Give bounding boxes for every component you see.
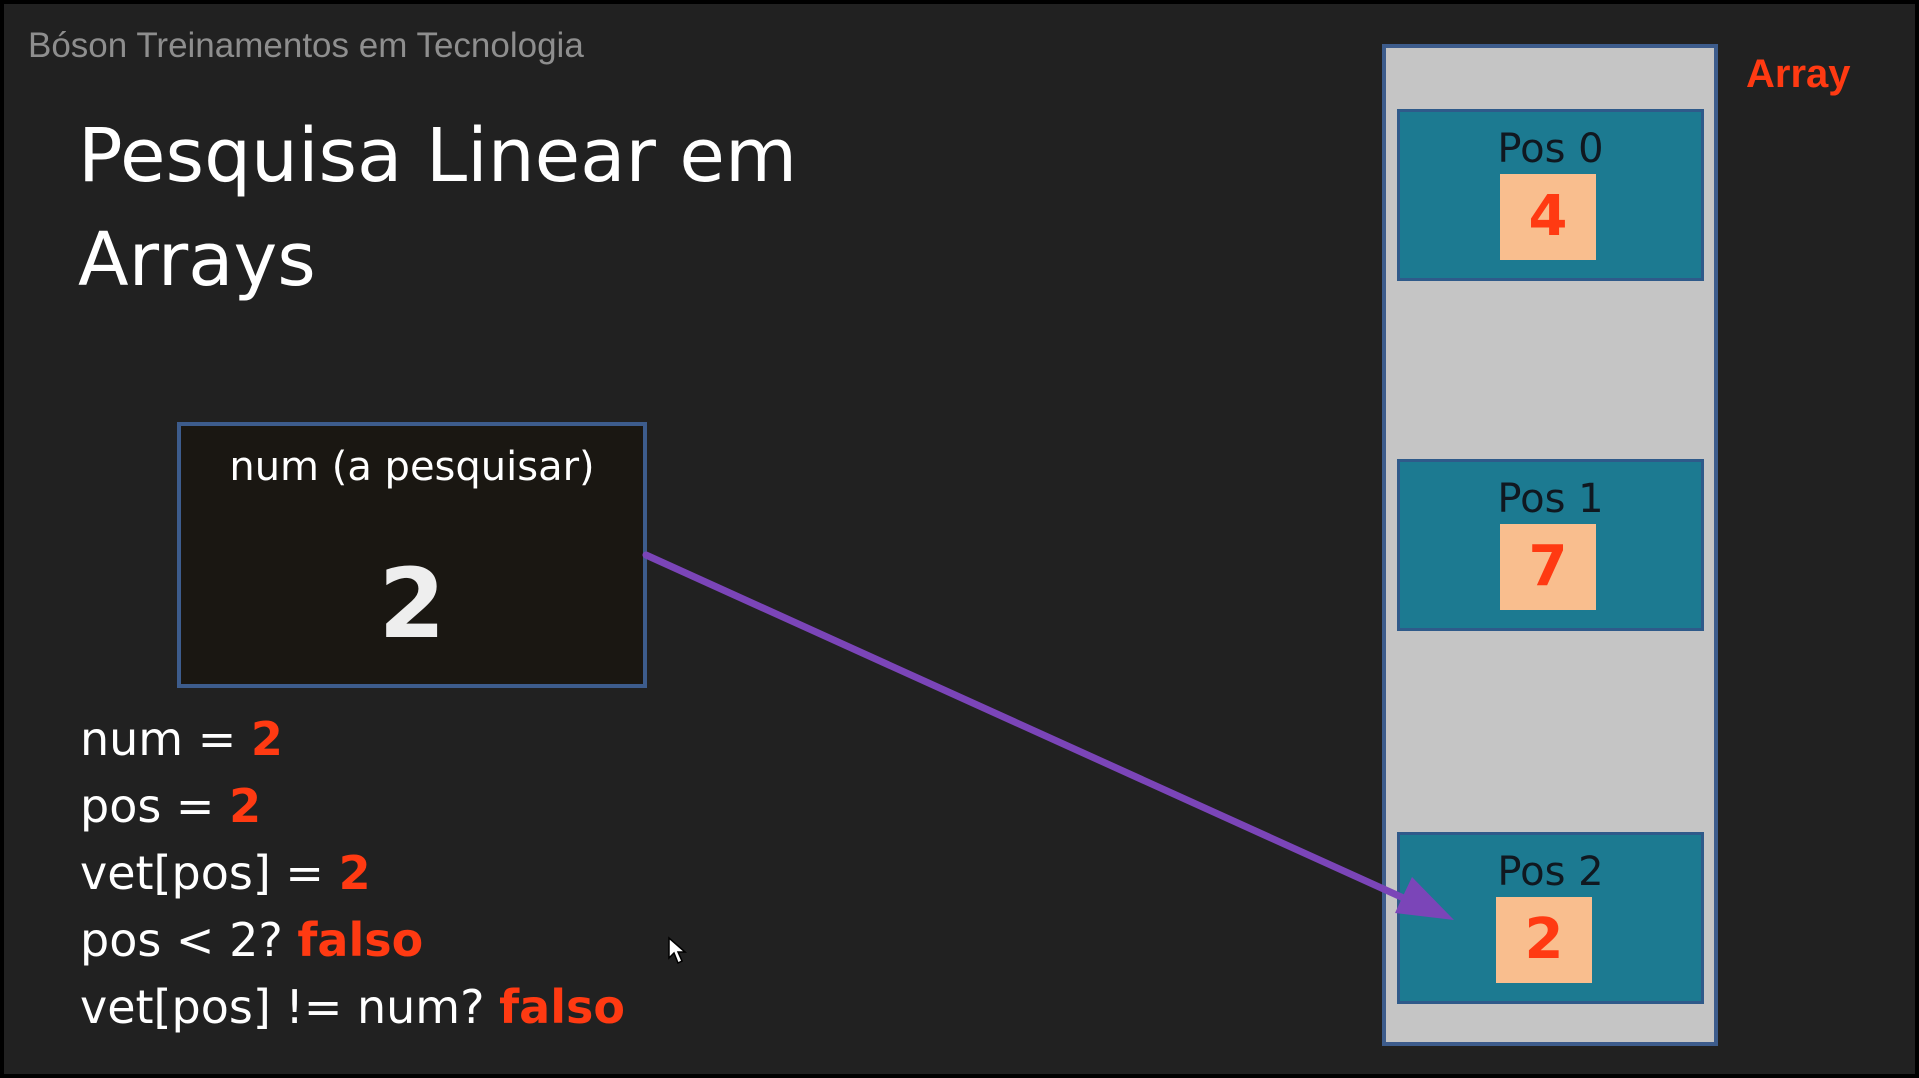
state-line-value: 2 xyxy=(229,779,262,833)
slide: Bóson Treinamentos em Tecnologia Pesquis… xyxy=(4,4,1915,1074)
state-line-compare-check: vet[pos] != num? falso xyxy=(80,980,625,1034)
array-cell-pos-label: Pos 0 xyxy=(1497,126,1604,172)
search-value-label: num (a pesquisar) xyxy=(229,444,595,490)
state-line-text: num = xyxy=(80,712,251,766)
array-cell-2: Pos 2 2 xyxy=(1397,832,1704,1004)
slide-title: Pesquisa Linear em Arrays xyxy=(78,113,798,303)
state-line-text: pos < 2? xyxy=(80,913,298,967)
array-cell-value: 2 xyxy=(1496,897,1592,983)
array-cell-pos-label: Pos 1 xyxy=(1497,476,1604,522)
array-label: Array xyxy=(1746,52,1851,96)
state-line-pos: pos = 2 xyxy=(80,779,261,833)
mouse-cursor-icon xyxy=(668,936,687,965)
state-line-text: vet[pos] = xyxy=(80,846,339,900)
state-line-text: pos = xyxy=(80,779,230,833)
state-line-pos-check: pos < 2? falso xyxy=(80,913,423,967)
state-line-vet-pos: vet[pos] = 2 xyxy=(80,846,371,900)
array-cell-0: Pos 0 4 xyxy=(1397,109,1704,281)
array-cell-1: Pos 1 7 xyxy=(1397,459,1704,631)
array-cell-value: 4 xyxy=(1500,174,1596,260)
state-line-value: falso xyxy=(499,980,625,1034)
state-line-value: falso xyxy=(297,913,424,967)
state-line-num: num = 2 xyxy=(80,712,283,766)
search-value-box: num (a pesquisar) 2 xyxy=(177,422,647,688)
state-line-text: vet[pos] != num? xyxy=(80,980,500,1034)
state-line-value: 2 xyxy=(338,846,371,900)
array-cell-pos-label: Pos 2 xyxy=(1497,849,1604,895)
state-line-value: 2 xyxy=(250,712,283,766)
array-cell-value: 7 xyxy=(1500,524,1596,610)
search-value: 2 xyxy=(378,548,446,660)
watermark: Bóson Treinamentos em Tecnologia xyxy=(28,26,584,65)
